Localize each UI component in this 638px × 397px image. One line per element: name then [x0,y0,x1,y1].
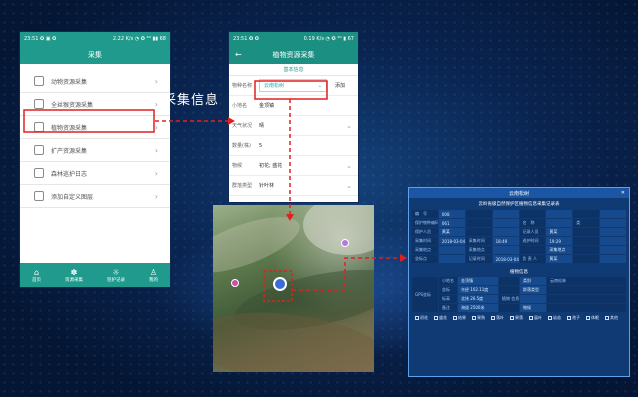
arrow-head-icon [286,214,294,221]
highlight-box-menu [23,109,155,133]
highlight-box-map [263,270,293,302]
arrow-head-icon [400,254,407,262]
arrow-head-icon [228,117,235,125]
highlight-box-species [254,80,328,100]
arrow-line [292,257,400,291]
annotation-overlay [23,80,407,302]
